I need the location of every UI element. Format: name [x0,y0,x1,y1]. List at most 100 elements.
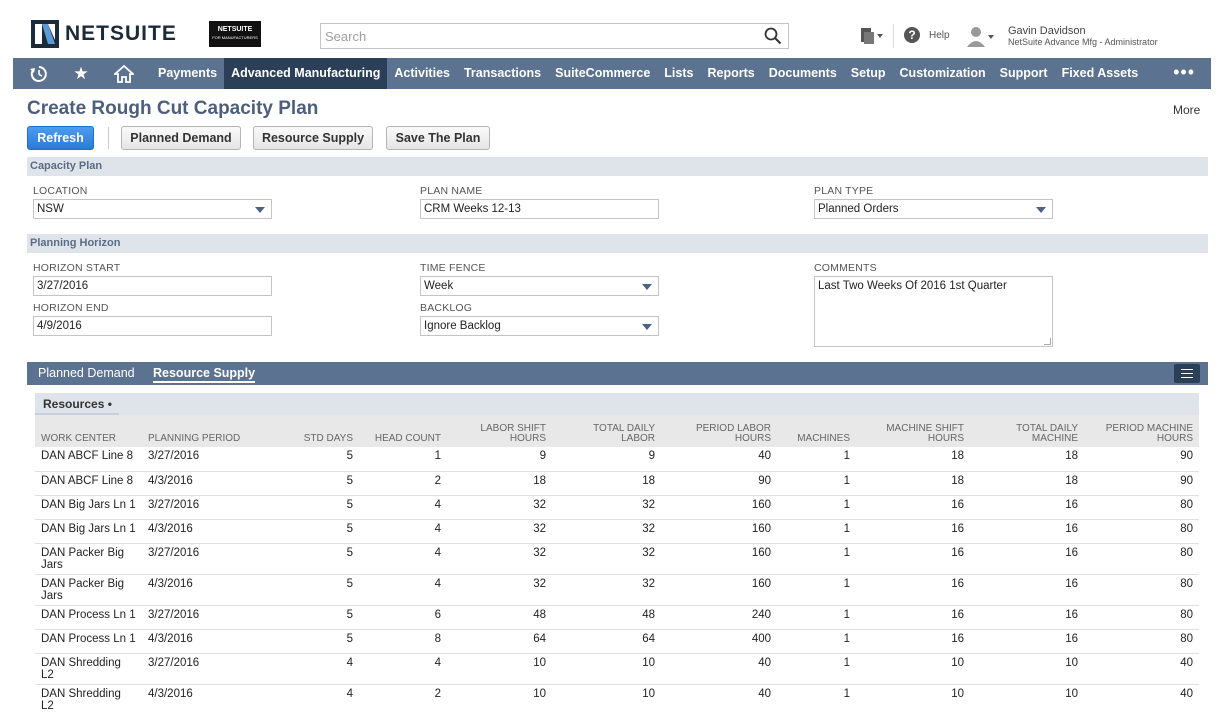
table-cell: 5 [252,447,359,472]
horizon-start-field[interactable]: 3/27/2016 [33,276,272,296]
table-row[interactable]: DAN Big Jars Ln 1 4/3/2016 5 4 32 32 160 1 16 16 8… [35,519,1199,544]
table-cell: 3/27/2016 [142,653,252,685]
table-cell: 1 [777,653,856,685]
table-cell: 10 [447,684,552,715]
table-cell: DAN Shredding L2 [35,653,142,685]
search-icon[interactable] [764,27,782,45]
table-row[interactable]: DAN Packer Big Jars 4/3/2016 5 4 32 32 160 1 16 1… [35,574,1199,606]
table-cell: 10 [447,653,552,685]
capacity-plan-section[interactable]: Capacity Plan [27,157,1208,176]
plan-name-label: PLAN NAME [420,185,483,197]
table-row[interactable]: DAN Big Jars Ln 1 3/27/2016 5 4 32 32 160 1 16 16… [35,495,1199,520]
user-name[interactable]: Gavin Davidson [1008,25,1086,37]
table-cell: 16 [970,574,1084,606]
time-fence-select[interactable]: Week [420,276,659,296]
table-cell: 5 [252,495,359,520]
table-cell: DAN ABCF Line 8 [35,471,142,496]
search-input[interactable] [321,24,751,48]
nav-reports[interactable]: Reports [700,58,761,89]
horizon-end-label: HORIZON END [33,302,109,314]
nav-payments[interactable]: Payments [151,58,224,89]
plan-type-select[interactable]: Planned Orders [814,199,1053,219]
column-header[interactable]: PERIOD LABOR HOURS [661,415,777,447]
nav-advanced-manufacturing[interactable]: Advanced Manufacturing [224,58,388,89]
table-row[interactable]: DAN ABCF Line 8 4/3/2016 5 2 18 18 90 1 18 18 90 [35,471,1199,496]
table-row[interactable]: DAN Shredding L2 3/27/2016 4 4 10 10 40 1 10 10 40 [35,653,1199,685]
house-icon [114,64,134,83]
more-link[interactable]: More [1173,103,1200,117]
horizon-start-label: HORIZON START [33,262,121,274]
table-cell: 40 [661,653,777,685]
save-plan-button[interactable]: Save The Plan [386,126,490,150]
location-select[interactable]: NSW [33,199,272,219]
column-header[interactable]: MACHINES [777,415,856,447]
chevron-down-icon [255,207,265,213]
table-row[interactable]: DAN ABCF Line 8 3/27/2016 5 1 9 9 40 1 18 18 90 [35,447,1199,472]
table-row[interactable]: DAN Process Ln 1 4/3/2016 5 8 64 64 400 1 16 16 80 [35,629,1199,654]
planning-horizon-section[interactable]: Planning Horizon [27,234,1208,253]
table-row[interactable]: DAN Packer Big Jars 3/27/2016 5 4 32 32 160 1 16… [35,543,1199,575]
table-cell: 10 [856,684,970,715]
plan-name-value: CRM Weeks 12-13 [424,203,521,215]
nav-suitecommerce[interactable]: SuiteCommerce [548,58,657,89]
table-cell: 240 [661,605,777,630]
column-header[interactable]: TOTAL DAILY LABOR [552,415,661,447]
column-header[interactable]: PERIOD MACHINE HOURS [1084,415,1199,447]
table-row[interactable]: DAN Process Ln 1 3/27/2016 5 6 48 48 240 1 16 16 8… [35,605,1199,630]
table-cell: 32 [447,495,552,520]
column-header[interactable]: WORK CENTER [35,415,142,447]
table-cell: 4 [252,653,359,685]
help-icon[interactable]: ? [904,27,920,43]
nav-activities[interactable]: Activities [387,58,457,89]
resources-tab[interactable]: Resources • [35,393,119,415]
chevron-down-icon [1036,207,1046,213]
netsuite-logo[interactable]: NETSUITE [31,20,177,48]
table-cell: 32 [552,543,661,575]
nav-support[interactable]: Support [993,58,1055,89]
help-link[interactable]: Help [929,30,950,41]
column-header[interactable]: PLANNING PERIOD [142,415,252,447]
table-cell: 32 [552,495,661,520]
table-cell: DAN Process Ln 1 [35,629,142,654]
column-header[interactable]: HEAD COUNT [359,415,447,447]
recent-icon[interactable] [13,58,65,89]
column-header[interactable]: TOTAL DAILY MACHINE [970,415,1084,447]
nav-setup[interactable]: Setup [844,58,893,89]
nav-lists[interactable]: Lists [657,58,700,89]
home-icon[interactable] [97,58,151,89]
resize-grip-icon[interactable] [1044,338,1051,345]
table-cell: 16 [856,495,970,520]
nav-fixed-assets[interactable]: Fixed Assets [1055,58,1146,89]
table-cell: 160 [661,574,777,606]
planned-demand-button[interactable]: Planned Demand [121,126,241,150]
column-header[interactable]: MACHINE SHIFT HOURS [856,415,970,447]
table-cell: 48 [447,605,552,630]
nav-documents[interactable]: Documents [762,58,844,89]
nav-transactions[interactable]: Transactions [457,58,548,89]
backlog-select[interactable]: Ignore Backlog [420,316,659,336]
resources-table: WORK CENTER PLANNING PERIOD STD DAYS HEAD C… [35,415,1199,715]
table-cell: 80 [1084,605,1199,630]
tab-resource-supply[interactable]: Resource Supply [153,366,256,383]
column-header[interactable]: LABOR SHIFT HOURS [447,415,552,447]
tab-planned-demand[interactable]: Planned Demand [38,366,135,380]
horizon-end-field[interactable]: 4/9/2016 [33,316,272,336]
refresh-button[interactable]: Refresh [27,126,94,150]
avatar-icon[interactable] [965,25,995,47]
recent-records-icon[interactable] [858,26,884,46]
table-row[interactable]: DAN Shredding L2 4/3/2016 4 2 10 10 40 1 10 10 40 [35,684,1199,715]
view-toggle-icon[interactable] [1174,364,1200,383]
nav-customization[interactable]: Customization [893,58,993,89]
nav-more-icon[interactable]: ••• [1173,58,1195,86]
comments-textarea[interactable]: Last Two Weeks Of 2016 1st Quarter [814,276,1053,347]
resource-supply-button[interactable]: Resource Supply [253,126,373,150]
table-cell: 10 [552,653,661,685]
table-cell: 10 [970,653,1084,685]
column-header[interactable]: STD DAYS [252,415,359,447]
table-cell: 16 [970,519,1084,544]
table-cell: 2 [359,684,447,715]
table-cell: 1 [777,471,856,496]
plan-name-field[interactable]: CRM Weeks 12-13 [420,199,659,219]
favorites-star-icon[interactable]: ★ [65,58,97,89]
table-cell: 4 [359,653,447,685]
